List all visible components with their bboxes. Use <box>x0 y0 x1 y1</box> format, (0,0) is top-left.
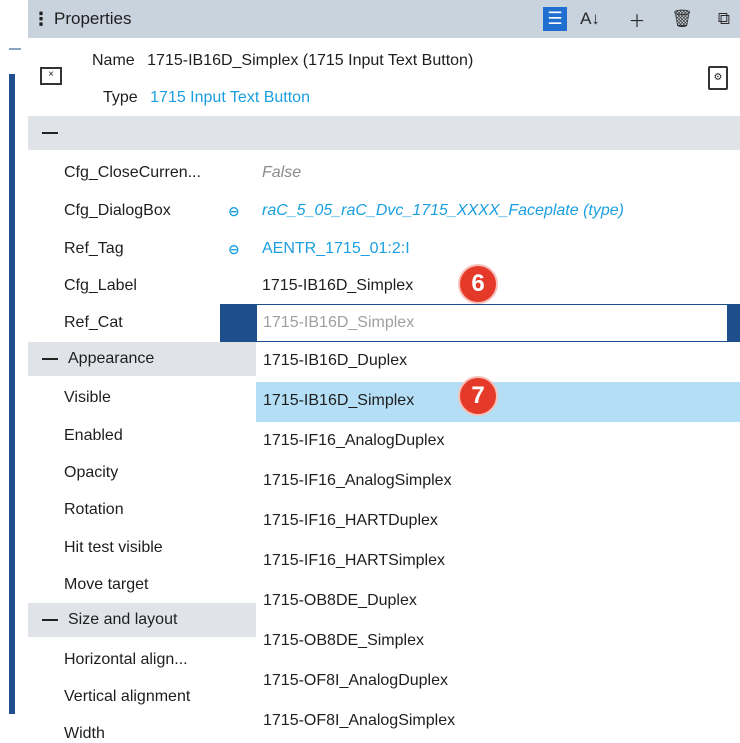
type-row: Type 1715 Input Text Button <box>103 89 310 107</box>
name-value: 1715-IB16D_Simplex (1715 Input Text Butt… <box>147 52 474 69</box>
prop-value-ref-tag[interactable]: AENTR_1715_01:2:I <box>262 240 410 258</box>
section-size-layout[interactable]: Size and layout <box>28 603 256 637</box>
name-key: Name <box>92 52 135 69</box>
step-badge-6: 6 <box>458 264 498 304</box>
prop-value-cfg-closecurrent[interactable]: False <box>262 164 301 182</box>
prop-label-visible: Visible <box>64 389 111 406</box>
filter-icon[interactable]: ☰ <box>543 7 567 31</box>
ref-cat-combobox[interactable]: 1715-IB16D_Simplex <box>256 304 728 342</box>
prop-label-width: Width <box>64 725 105 742</box>
delete-icon[interactable]: 🗑 <box>670 7 694 31</box>
settings-icon[interactable]: ⚙ <box>708 66 728 90</box>
step-badge-7: 7 <box>458 376 498 416</box>
prop-label-ref-cat: Ref_Cat <box>64 314 123 331</box>
section-label-appearance: Appearance <box>68 350 155 367</box>
prop-label-cfg-dialogbox: Cfg_DialogBox <box>64 202 171 219</box>
dropdown-option[interactable]: 1715-IF16_HARTSimplex <box>256 542 740 582</box>
dropdown-option[interactable]: 1715-IF16_AnalogDuplex <box>256 422 740 462</box>
edge-tick <box>9 48 21 50</box>
collapse-icon[interactable] <box>42 132 58 134</box>
prop-label-opacity: Opacity <box>64 464 119 481</box>
prop-label-vertical-alignment: Vertical alignment <box>64 688 191 705</box>
prop-label-rotation: Rotation <box>64 501 124 518</box>
section-appearance[interactable]: Appearance <box>28 342 256 376</box>
combo-accent <box>220 304 256 342</box>
prop-label-enabled: Enabled <box>64 427 123 444</box>
selection-bar <box>9 74 15 714</box>
prop-label-hit-test-visible: Hit test visible <box>64 539 163 556</box>
type-value[interactable]: 1715 Input Text Button <box>150 89 310 106</box>
prop-label-move-target: Move target <box>64 576 149 593</box>
collapse-icon[interactable] <box>42 619 58 621</box>
dropdown-arrow-icon[interactable] <box>728 304 740 342</box>
prop-label-cfg-label: Cfg_Label <box>64 277 137 294</box>
prop-label-cfg-closecurrent: Cfg_CloseCurren... <box>64 164 201 181</box>
name-row: Name 1715-IB16D_Simplex (1715 Input Text… <box>92 52 473 70</box>
section-properties[interactable] <box>28 116 740 150</box>
dropdown-option[interactable]: 1715-OB8DE_Duplex <box>256 582 740 622</box>
object-header: × Name 1715-IB16D_Simplex (1715 Input Te… <box>28 38 740 116</box>
dropdown-option-selected[interactable]: 1715-IB16D_Simplex <box>256 382 740 422</box>
type-key: Type <box>103 89 138 106</box>
section-label-size-layout: Size and layout <box>68 611 178 628</box>
drag-handle-icon[interactable]: ⋮ <box>28 9 54 30</box>
copy-icon[interactable]: ⧉ <box>712 7 736 31</box>
left-edge-strip <box>0 0 28 739</box>
dropdown-option[interactable]: 1715-OF8I_AnalogDuplex <box>256 662 740 702</box>
dropdown-option[interactable]: 1715-IB16D_Duplex <box>256 342 740 382</box>
dropdown-option[interactable]: 1715-OF8I_AnalogSimplex <box>256 702 740 739</box>
control-type-icon: × <box>40 67 62 85</box>
prop-value-cfg-label[interactable]: 1715-IB16D_Simplex <box>262 277 413 295</box>
add-icon[interactable]: ＋ <box>625 7 649 31</box>
sort-az-icon[interactable]: A↓ <box>578 7 602 31</box>
dropdown-option[interactable]: 1715-OB8DE_Simplex <box>256 622 740 662</box>
collapse-icon[interactable] <box>42 358 58 360</box>
link-icon[interactable]: ⊖ <box>228 241 250 257</box>
dropdown-list: 1715-IB16D_Duplex 1715-IB16D_Simplex 171… <box>256 342 740 739</box>
link-icon[interactable]: ⊖ <box>228 203 250 219</box>
prop-label-horizontal-align: Horizontal align... <box>64 651 188 668</box>
dropdown-option[interactable]: 1715-IF16_HARTDuplex <box>256 502 740 542</box>
dropdown-option[interactable]: 1715-IF16_AnalogSimplex <box>256 462 740 502</box>
prop-value-cfg-dialogbox[interactable]: raC_5_05_raC_Dvc_1715_XXXX_Faceplate (ty… <box>262 202 624 220</box>
prop-label-ref-tag: Ref_Tag <box>64 240 124 257</box>
